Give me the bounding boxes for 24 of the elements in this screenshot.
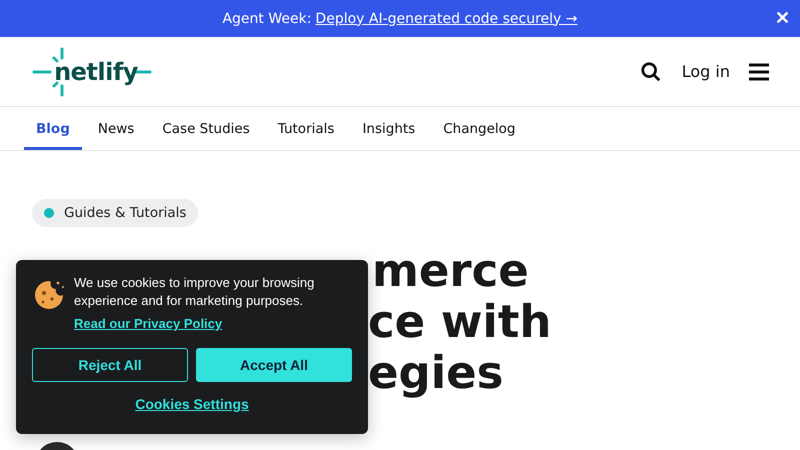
category-tag[interactable]: Guides & Tutorials [32, 199, 198, 227]
banner-text: Agent Week: [222, 10, 312, 26]
article-title-fragment: merce [372, 245, 529, 296]
article-title-fragment: egies [368, 347, 504, 398]
category-label: Guides & Tutorials [64, 205, 186, 221]
nav-tab[interactable]: Insights [350, 107, 428, 150]
article-title-fragment: ce with [368, 296, 552, 347]
cookies-settings-link[interactable]: Cookies Settings [135, 396, 249, 412]
nav-tab[interactable]: Blog [24, 107, 82, 150]
accept-button[interactable]: Accept All [196, 348, 352, 382]
nav-tab[interactable]: Case Studies [150, 107, 262, 150]
banner-link[interactable]: Deploy AI-generated code securely → [315, 10, 578, 26]
privacy-policy-link[interactable]: Read our Privacy Policy [74, 316, 352, 331]
nav-tab[interactable]: Tutorials [266, 107, 346, 150]
login-link[interactable]: Log in [682, 62, 730, 81]
netlify-logo[interactable]: netlify [32, 46, 152, 98]
close-button[interactable]: ✕ [775, 7, 790, 29]
nav-tab[interactable]: Changelog [431, 107, 528, 150]
nav-tab[interactable]: News [86, 107, 146, 150]
cookie-message: We use cookies to improve your browsing experience and for marketing purposes. [74, 274, 316, 310]
menu-icon[interactable] [748, 62, 770, 82]
cookie-icon [32, 278, 66, 312]
reject-button[interactable]: Reject All [32, 348, 188, 382]
search-icon[interactable] [640, 60, 662, 82]
